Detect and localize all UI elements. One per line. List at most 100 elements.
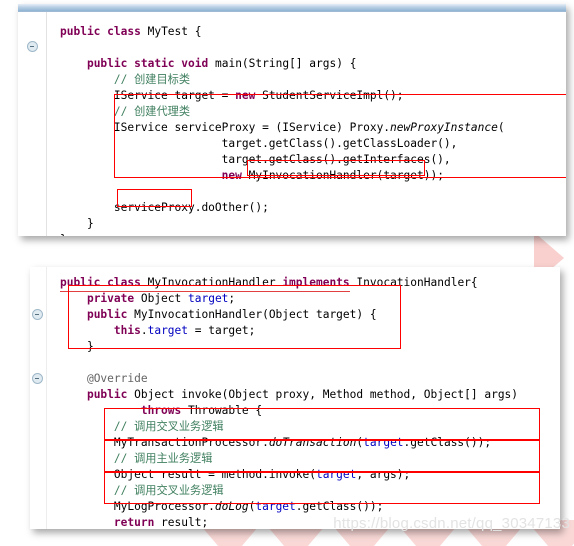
code-token: , args);: [356, 468, 411, 481]
code-line: MyLogProcessor.doLog(target.getClass());: [60, 499, 518, 515]
code-token: Throwable {: [181, 404, 263, 417]
code-line: target.getClass().getClassLoader(),: [60, 136, 505, 152]
code-token: }: [60, 340, 94, 353]
code-token: StudentServiceImpl();: [255, 89, 404, 102]
code-token: doTransaction: [268, 436, 357, 449]
code-token: return: [113, 516, 155, 529]
code-token: target.getClass().getClassLoader(),: [60, 137, 458, 150]
code-line: @Override: [60, 371, 518, 387]
code-line: public Object invoke(Object proxy, Metho…: [60, 387, 518, 403]
code-token: = target;: [188, 324, 256, 337]
code-token: public: [86, 308, 128, 321]
code-token: // 调用交叉业务逻辑: [113, 484, 224, 497]
code-line: }: [60, 216, 505, 232]
code-token: new: [235, 89, 256, 102]
code-token: ;: [228, 292, 236, 305]
code-token: // 调用主业务逻辑: [113, 452, 213, 465]
code-token: target: [188, 292, 229, 305]
code-token: MyLogProcessor.: [60, 500, 215, 513]
code-line: IService target = new StudentServiceImpl…: [60, 88, 505, 104]
code-token: target: [315, 468, 357, 481]
code-line: this.target = target;: [60, 323, 518, 339]
code-line: }: [60, 339, 518, 355]
code-line: IService serviceProxy = (IService) Proxy…: [60, 120, 505, 136]
code-token: @Override: [86, 372, 148, 385]
code-line: public class MyTest {: [60, 24, 505, 40]
code-line: public MyInvocationHandler(Object target…: [60, 307, 518, 323]
code-line: // 调用主业务逻辑: [60, 451, 518, 467]
code-token: new: [221, 169, 242, 182]
code-token: serviceProxy.doOther();: [60, 201, 269, 214]
code-token: Object result = method.invoke(: [60, 468, 316, 481]
code-line: public static void main(String[] args) {: [60, 56, 505, 72]
code-token: MyTest {: [140, 25, 202, 38]
code-token: target: [255, 500, 296, 513]
code-token: main(String[] args) {: [208, 57, 357, 70]
site-watermark: https://blog.csdn.net/qq_30347133: [333, 515, 570, 532]
code-token: .getClass());: [295, 500, 384, 513]
code-line: MyTransactionProcessor.doTransaction(tar…: [60, 435, 518, 451]
code-line: private Object target;: [60, 291, 518, 307]
code-token: target: [147, 324, 189, 337]
code-token: IService target =: [60, 89, 236, 102]
code-token: MyInvocationHandler(target));: [241, 169, 444, 182]
code-line: new MyInvocationHandler(target));: [60, 168, 505, 184]
code-line: Object result = method.invoke(target, ar…: [60, 467, 518, 483]
code-line: // 调用交叉业务逻辑: [60, 419, 518, 435]
code-panel-mytest: public class MyTest { public static void…: [18, 4, 566, 236]
code-content-myinvocationhandler[interactable]: public class MyInvocationHandler impleme…: [60, 275, 518, 529]
code-token: MyInvocationHandler: [140, 275, 283, 292]
code-token: throws: [140, 404, 182, 417]
code-token: InvocationHandler{: [349, 276, 478, 289]
code-token: this: [113, 324, 141, 337]
code-token: newProxyInstance: [390, 121, 498, 134]
code-line: // 调用交叉业务逻辑: [60, 483, 518, 499]
code-token: target.getClass().getInterfaces(),: [60, 153, 451, 166]
code-token: result;: [154, 516, 209, 529]
code-token: // 调用交叉业务逻辑: [113, 420, 224, 433]
code-token: }: [60, 233, 67, 236]
editor-gutter-mytest[interactable]: [18, 12, 47, 236]
code-content-mytest[interactable]: public class MyTest { public static void…: [60, 24, 505, 236]
code-panel-myinvocationhandler: public class MyInvocationHandler impleme…: [30, 267, 560, 529]
code-token: MyTransactionProcessor.: [60, 436, 269, 449]
code-line: public class MyInvocationHandler impleme…: [60, 275, 518, 292]
code-token: target: [363, 436, 404, 449]
editor-gutter-myinvocationhandler[interactable]: [30, 267, 47, 529]
code-token: static: [134, 57, 175, 70]
code-token: }: [60, 217, 94, 230]
code-token: public: [60, 25, 101, 38]
code-line: throws Throwable {: [60, 403, 518, 419]
code-token: MyInvocationHandler(Object target) {: [127, 308, 377, 321]
code-line: target.getClass().getInterfaces(),: [60, 152, 505, 168]
code-token: .: [140, 324, 148, 337]
code-token: IService serviceProxy = (IService) Proxy…: [60, 121, 391, 134]
code-token: public: [60, 275, 101, 292]
code-token: // 创建目标类: [113, 73, 191, 86]
code-fold-toggle-icon[interactable]: [32, 373, 43, 384]
panel-body-mytest: public class MyTest { public static void…: [18, 12, 566, 236]
code-token: public: [86, 388, 128, 401]
code-token: class: [107, 275, 141, 292]
panel-body-myinvocationhandler: public class MyInvocationHandler impleme…: [30, 267, 560, 529]
code-line: serviceProxy.doOther();: [60, 200, 505, 216]
code-token: .getClass());: [403, 436, 492, 449]
code-fold-toggle-icon[interactable]: [32, 309, 43, 320]
code-fold-toggle-icon[interactable]: [27, 41, 38, 52]
